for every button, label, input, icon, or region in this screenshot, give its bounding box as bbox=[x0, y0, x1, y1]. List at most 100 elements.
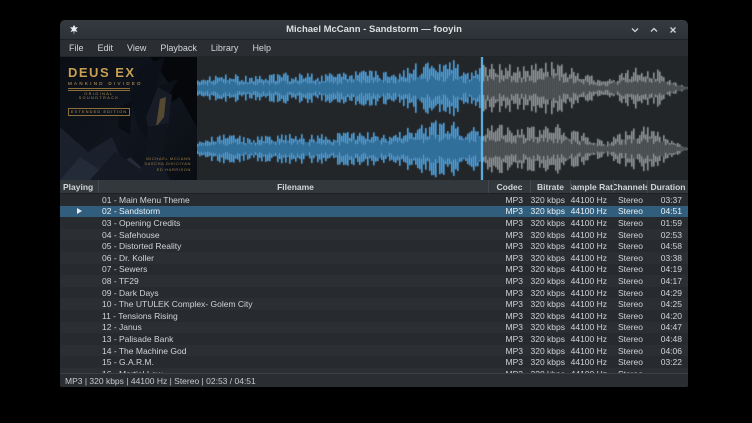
codec-cell: MP3 bbox=[488, 195, 530, 205]
duration-cell: 03:22 bbox=[647, 357, 688, 367]
codec-cell: MP3 bbox=[488, 357, 530, 367]
close-button[interactable] bbox=[665, 22, 680, 37]
album-art-rule bbox=[68, 88, 130, 91]
menu-item-label: Library bbox=[211, 43, 239, 53]
filename-cell: 08 - TF29 bbox=[98, 276, 488, 286]
column-header-playing[interactable]: Playing bbox=[60, 180, 98, 193]
duration-cell: 04:25 bbox=[647, 299, 688, 309]
filename-cell: 15 - G.A.R.M. bbox=[98, 357, 488, 367]
channels-cell: Stereo bbox=[613, 357, 647, 367]
channels-cell: Stereo bbox=[613, 322, 647, 332]
sample-rate-cell: 44100 Hz bbox=[570, 195, 613, 205]
playlist-row[interactable]: 13 - Palisade Bank MP3 320 kbps 44100 Hz… bbox=[60, 333, 688, 345]
playlist-row[interactable]: 07 - Sewers MP3 320 kbps 44100 Hz Stereo… bbox=[60, 264, 688, 276]
menu-item-label: Edit bbox=[98, 43, 114, 53]
duration-cell: 02:53 bbox=[647, 230, 688, 240]
bitrate-cell: 320 kbps bbox=[530, 264, 570, 274]
codec-cell: MP3 bbox=[488, 311, 530, 321]
codec-cell: MP3 bbox=[488, 299, 530, 309]
menu-item[interactable]: File bbox=[62, 40, 91, 57]
chevron-up-icon bbox=[649, 25, 659, 35]
menu-item[interactable]: Help bbox=[245, 40, 278, 57]
sample-rate-cell: 44100 Hz bbox=[570, 230, 613, 240]
maximize-button[interactable] bbox=[646, 22, 661, 37]
channels-cell: Stereo bbox=[613, 346, 647, 356]
sample-rate-cell: 44100 Hz bbox=[570, 322, 613, 332]
bitrate-cell: 320 kbps bbox=[530, 276, 570, 286]
channels-cell: Stereo bbox=[613, 195, 647, 205]
column-header-filename[interactable]: Filename bbox=[98, 180, 488, 193]
playlist-row[interactable]: 04 - Safehouse MP3 320 kbps 44100 Hz Ste… bbox=[60, 229, 688, 241]
menu-item[interactable]: Playback bbox=[153, 40, 204, 57]
codec-cell: MP3 bbox=[488, 276, 530, 286]
channels-cell: Stereo bbox=[613, 288, 647, 298]
duration-cell: 04:58 bbox=[647, 241, 688, 251]
sample-rate-cell: 44100 Hz bbox=[570, 264, 613, 274]
bitrate-cell: 320 kbps bbox=[530, 311, 570, 321]
playlist-row[interactable]: 02 - Sandstorm MP3 320 kbps 44100 Hz Ste… bbox=[60, 206, 688, 218]
codec-cell: MP3 bbox=[488, 253, 530, 263]
duration-cell: 04:19 bbox=[647, 264, 688, 274]
column-header-sample-rate[interactable]: Sample Rate bbox=[570, 180, 613, 193]
duration-cell: 04:48 bbox=[647, 334, 688, 344]
fooyin-window: Michael McCann - Sandstorm — fooyin bbox=[60, 20, 688, 387]
channels-cell: Stereo bbox=[613, 276, 647, 286]
playlist-row[interactable]: 09 - Dark Days MP3 320 kbps 44100 Hz Ste… bbox=[60, 287, 688, 299]
duration-cell: 04:29 bbox=[647, 288, 688, 298]
playlist-row[interactable]: 05 - Distorted Reality MP3 320 kbps 4410… bbox=[60, 240, 688, 252]
playing-indicator-icon bbox=[77, 208, 82, 214]
menu-item[interactable]: Edit bbox=[91, 40, 121, 57]
playlist-row[interactable]: 08 - TF29 MP3 320 kbps 44100 Hz Stereo 0… bbox=[60, 275, 688, 287]
filename-cell: 09 - Dark Days bbox=[98, 288, 488, 298]
duration-cell: 03:37 bbox=[647, 195, 688, 205]
column-header-channels[interactable]: Channels bbox=[613, 180, 647, 193]
status-text: MP3 | 320 kbps | 44100 Hz | Stereo | 02:… bbox=[65, 376, 256, 386]
playing-cell bbox=[60, 208, 98, 214]
bitrate-cell: 320 kbps bbox=[530, 241, 570, 251]
waveform-canvas bbox=[197, 57, 688, 180]
album-subtitle: MANKIND DIVIDED bbox=[68, 81, 143, 86]
codec-cell: MP3 bbox=[488, 241, 530, 251]
channels-cell: Stereo bbox=[613, 334, 647, 344]
filename-cell: 14 - The Machine God bbox=[98, 346, 488, 356]
playlist-row[interactable]: 12 - Janus MP3 320 kbps 44100 Hz Stereo … bbox=[60, 322, 688, 334]
duration-cell: 04:20 bbox=[647, 311, 688, 321]
filename-cell: 07 - Sewers bbox=[98, 264, 488, 274]
playlist-row[interactable]: 06 - Dr. Koller MP3 320 kbps 44100 Hz St… bbox=[60, 252, 688, 264]
column-header-bitrate[interactable]: Bitrate bbox=[530, 180, 570, 193]
filename-cell: 12 - Janus bbox=[98, 322, 488, 332]
fooyin-logo-icon bbox=[67, 23, 80, 36]
codec-cell: MP3 bbox=[488, 264, 530, 274]
filename-cell: 05 - Distorted Reality bbox=[98, 241, 488, 251]
filename-cell: 02 - Sandstorm bbox=[98, 206, 488, 216]
filename-cell: 01 - Main Menu Theme bbox=[98, 195, 488, 205]
bitrate-cell: 320 kbps bbox=[530, 322, 570, 332]
playlist-row[interactable]: 10 - The UTULEK Complex- Golem City MP3 … bbox=[60, 298, 688, 310]
column-header-duration[interactable]: Duration bbox=[647, 180, 688, 193]
menu-item[interactable]: Library bbox=[204, 40, 246, 57]
playlist-row[interactable]: 03 - Opening Credits MP3 320 kbps 44100 … bbox=[60, 217, 688, 229]
bitrate-cell: 320 kbps bbox=[530, 230, 570, 240]
sample-rate-cell: 44100 Hz bbox=[570, 218, 613, 228]
playlist-row[interactable]: 14 - The Machine God MP3 320 kbps 44100 … bbox=[60, 345, 688, 357]
playlist-rows: 01 - Main Menu Theme MP3 320 kbps 44100 … bbox=[60, 194, 688, 373]
channels-cell: Stereo bbox=[613, 230, 647, 240]
playlist-row[interactable]: 01 - Main Menu Theme MP3 320 kbps 44100 … bbox=[60, 194, 688, 206]
filename-cell: 10 - The UTULEK Complex- Golem City bbox=[98, 299, 488, 309]
channels-cell: Stereo bbox=[613, 218, 647, 228]
channels-cell: Stereo bbox=[613, 299, 647, 309]
close-icon bbox=[668, 25, 678, 35]
codec-cell: MP3 bbox=[488, 346, 530, 356]
sample-rate-cell: 44100 Hz bbox=[570, 299, 613, 309]
playlist-row[interactable]: 15 - G.A.R.M. MP3 320 kbps 44100 Hz Ster… bbox=[60, 356, 688, 368]
menubar: File Edit View Playback Library Help bbox=[60, 40, 688, 57]
column-header-codec[interactable]: Codec bbox=[488, 180, 530, 193]
minimize-button[interactable] bbox=[627, 22, 642, 37]
waveform-seekbar[interactable] bbox=[197, 57, 688, 180]
menu-item[interactable]: View bbox=[120, 40, 153, 57]
playlist-row[interactable]: 11 - Tensions Rising MP3 320 kbps 44100 … bbox=[60, 310, 688, 322]
titlebar[interactable]: Michael McCann - Sandstorm — fooyin bbox=[60, 20, 688, 40]
bitrate-cell: 320 kbps bbox=[530, 218, 570, 228]
codec-cell: MP3 bbox=[488, 218, 530, 228]
codec-cell: MP3 bbox=[488, 288, 530, 298]
